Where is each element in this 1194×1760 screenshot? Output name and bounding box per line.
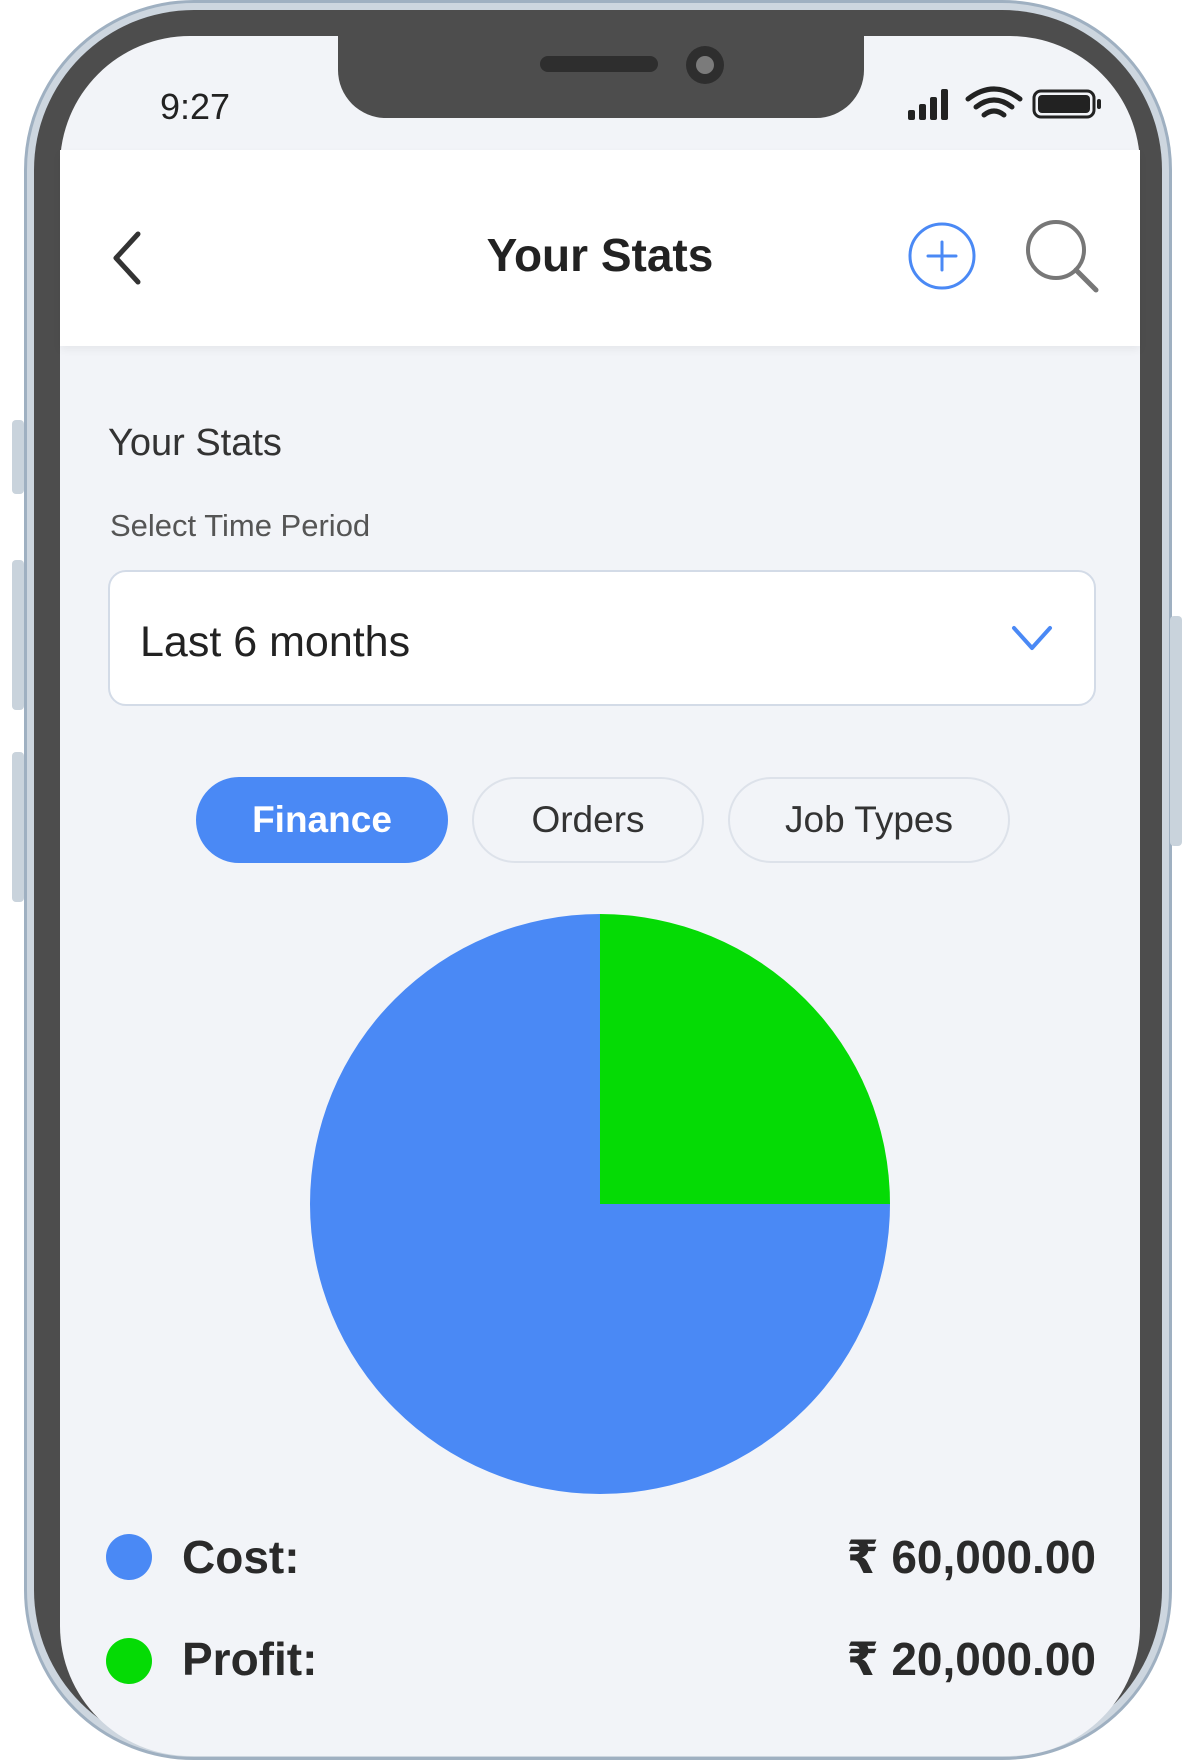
battery-icon bbox=[1032, 89, 1101, 119]
phone-side-button bbox=[12, 560, 24, 710]
chevron-down-icon[interactable] bbox=[1010, 620, 1054, 656]
notch bbox=[338, 36, 864, 118]
legend-cost-label: Cost: bbox=[182, 1531, 300, 1583]
page-title: Your Stats bbox=[486, 229, 714, 281]
legend-cost-value: ₹ 60,000.00 bbox=[846, 1531, 1096, 1583]
phone-side-button bbox=[12, 420, 24, 494]
phone-side-button bbox=[1170, 616, 1182, 846]
legend-profit-label: Profit: bbox=[182, 1633, 318, 1685]
time-period-label: Select Time Period bbox=[110, 508, 371, 543]
back-button[interactable] bbox=[104, 226, 154, 290]
wifi-icon bbox=[965, 86, 1023, 118]
chevron-left-icon bbox=[113, 231, 141, 285]
finance-pie-chart bbox=[310, 914, 890, 1494]
section-title: Your Stats bbox=[108, 422, 282, 464]
tab-orders[interactable]: Orders bbox=[472, 777, 704, 863]
signal-icon bbox=[908, 89, 948, 120]
time-period-value: Last 6 months bbox=[140, 618, 411, 666]
legend-profit-dot bbox=[106, 1638, 152, 1684]
status-icons bbox=[908, 86, 1104, 122]
phone-side-button bbox=[12, 752, 24, 902]
search-button[interactable] bbox=[1024, 218, 1100, 294]
plus-circle-icon bbox=[908, 222, 976, 290]
legend-cost-dot bbox=[106, 1534, 152, 1580]
pie-slice-profit bbox=[600, 914, 890, 1204]
legend-profit-value: ₹ 20,000.00 bbox=[846, 1633, 1096, 1685]
tab-job-types[interactable]: Job Types bbox=[728, 777, 1010, 863]
front-camera bbox=[686, 46, 724, 84]
tab-finance[interactable]: Finance bbox=[196, 777, 448, 863]
speaker-grille bbox=[540, 56, 658, 72]
add-button[interactable] bbox=[906, 220, 978, 292]
search-icon bbox=[1026, 220, 1099, 293]
status-time: 9:27 bbox=[160, 86, 231, 127]
